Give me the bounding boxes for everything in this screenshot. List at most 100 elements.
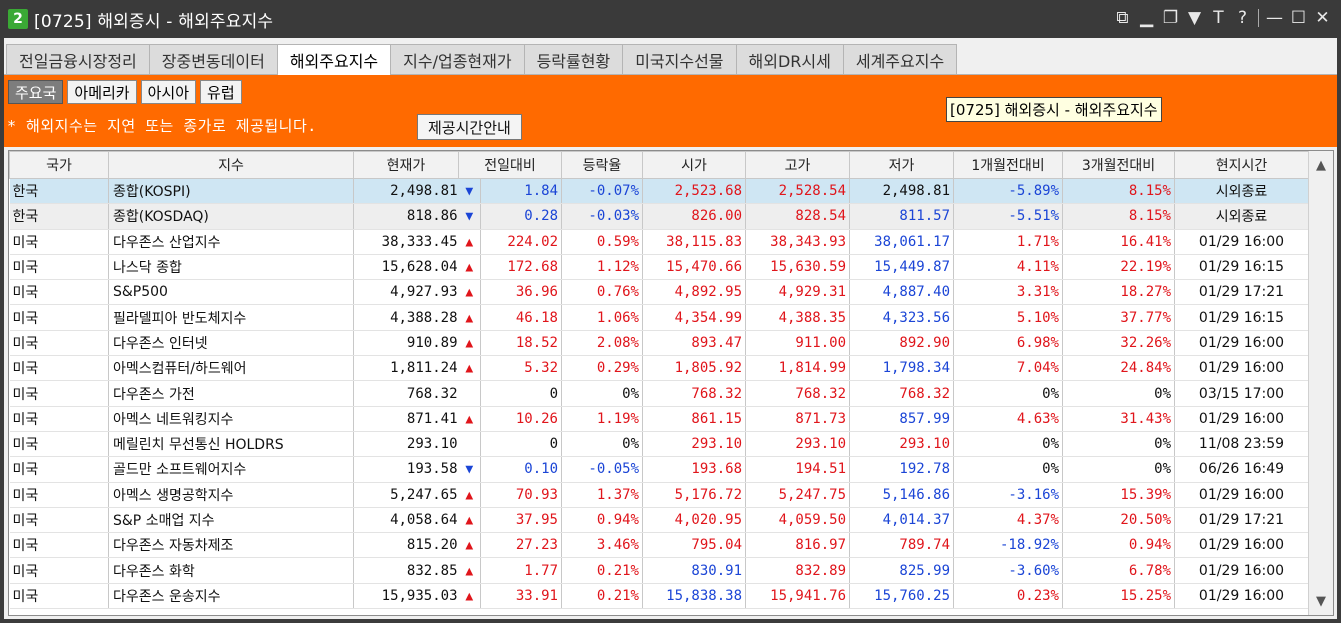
local-time-cell: 시외종료	[1174, 203, 1309, 230]
close-icon[interactable]: ✕	[1314, 8, 1331, 28]
table-row[interactable]: 미국 다우존스 산업지수 38,333.45 ▲ 224.02 0.59% 38,115.8…	[9, 229, 1309, 255]
service-time-info-button[interactable]: 제공시간안내	[417, 114, 522, 140]
tab-4[interactable]: 등락률현황	[523, 44, 624, 74]
tab-1[interactable]: 장중변동데이터	[148, 44, 278, 74]
current-price-cell: 5,247.65	[353, 482, 459, 508]
scroll-up-icon[interactable]: ▲	[1309, 153, 1333, 177]
month1-change-cell: 0%	[953, 456, 1063, 483]
minimize-icon[interactable]: —	[1266, 8, 1283, 28]
column-header[interactable]: 현지시간	[1174, 151, 1309, 179]
table-row[interactable]: 미국 아멕스 네트워킹지수 871.41 ▲ 10.26 1.19% 861.15 871.7…	[9, 406, 1309, 432]
low-price-cell: 15,449.87	[849, 254, 954, 281]
month1-change-cell: -5.89%	[953, 178, 1063, 205]
subtab-2[interactable]: 아시아	[140, 80, 197, 104]
month1-change-cell: 4.37%	[953, 507, 1063, 534]
local-time-cell: 01/29 17:21	[1174, 279, 1309, 306]
table-row[interactable]: 미국 다우존스 자동차제조 815.20 ▲ 27.23 3.46% 795.04 816.9…	[9, 532, 1309, 559]
month1-change-cell: -3.60%	[953, 557, 1063, 584]
subtab-3[interactable]: 유럽	[200, 80, 242, 104]
index-name-cell: 아멕스컴퓨터/하드웨어	[108, 355, 354, 382]
high-price-cell: 816.97	[745, 532, 850, 559]
column-header[interactable]: 3개월전대비	[1062, 151, 1175, 179]
tab-7[interactable]: 세계주요지수	[842, 44, 958, 74]
change-cell: 70.93	[480, 482, 562, 508]
table-row[interactable]: 미국 필라델피아 반도체지수 4,388.28 ▲ 46.18 1.06% 4,354.99…	[9, 304, 1309, 331]
country-cell: 미국	[9, 229, 109, 255]
high-price-cell: 5,247.75	[745, 482, 850, 508]
column-header[interactable]: 국가	[9, 151, 109, 179]
table-row[interactable]: 한국 종합(KOSDAQ) 818.86 ▼ 0.28 -0.03% 826.00 828.5…	[9, 203, 1309, 230]
tab-5[interactable]: 미국지수선물	[622, 44, 737, 74]
column-header[interactable]: 시가	[642, 151, 746, 179]
table-row[interactable]: 미국 S&P 소매업 지수 4,058.64 ▲ 37.95 0.94% 4,020.95 4…	[9, 507, 1309, 534]
high-price-cell: 4,929.31	[745, 279, 850, 306]
minimize-to-tray-icon[interactable]: ▁	[1138, 8, 1155, 28]
pin-icon[interactable]: ▼	[1186, 8, 1203, 28]
change-cell: 0.10	[480, 456, 562, 483]
change-cell: 1.84	[480, 178, 562, 205]
country-cell: 미국	[9, 254, 109, 281]
tab-6[interactable]: 해외DR시세	[735, 44, 844, 74]
change-rate-cell: 3.46%	[561, 532, 643, 559]
table-row[interactable]: 미국 골드만 소프트웨어지수 193.58 ▼ 0.10 -0.05% 193.68 194.…	[9, 456, 1309, 483]
change-cell: 10.26	[480, 406, 562, 432]
local-time-cell: 01/29 16:00	[1174, 482, 1309, 508]
change-direction-icon	[458, 431, 481, 458]
open-price-cell: 4,354.99	[642, 304, 746, 331]
restore-icon[interactable]: ❐	[1162, 8, 1179, 28]
low-price-cell: 5,146.86	[849, 482, 954, 508]
table-row[interactable]: 한국 종합(KOSPI) 2,498.81 ▼ 1.84 -0.07% 2,523.68 2,…	[9, 178, 1309, 205]
table-row[interactable]: 미국 다우존스 화학 832.85 ▲ 1.77 0.21% 830.91 832.89 825…	[9, 557, 1309, 584]
help-icon[interactable]: ?	[1234, 8, 1251, 28]
open-price-cell: 38,115.83	[642, 229, 746, 255]
month1-change-cell: -3.16%	[953, 482, 1063, 508]
local-time-cell: 01/29 16:00	[1174, 583, 1309, 610]
low-price-cell: 4,323.56	[849, 304, 954, 331]
change-cell: 1.77	[480, 557, 562, 584]
column-header[interactable]: 전일대비	[458, 151, 562, 179]
tab-0[interactable]: 전일금융시장정리	[6, 44, 150, 74]
table-row[interactable]: 미국 아멕스컴퓨터/하드웨어 1,811.24 ▲ 5.32 0.29% 1,805.92 1…	[9, 355, 1309, 382]
table-row[interactable]: 미국 아멕스 생명공학지수 5,247.65 ▲ 70.93 1.37% 5,176.72 5…	[9, 482, 1309, 508]
change-cell: 172.68	[480, 254, 562, 281]
link-icon[interactable]: ⧉	[1114, 8, 1131, 28]
maximize-icon[interactable]: ☐	[1290, 8, 1307, 28]
local-time-cell: 01/29 16:00	[1174, 532, 1309, 559]
table-row[interactable]: 미국 다우존스 운송지수 15,935.03 ▲ 33.91 0.21% 15,838.38…	[9, 583, 1309, 610]
table-row[interactable]: 미국 메릴린치 무선통신 HOLDRS 293.10 0 0% 293.10 293.10 2…	[9, 431, 1309, 458]
change-rate-cell: -0.03%	[561, 203, 643, 230]
month3-change-cell: 15.25%	[1062, 583, 1175, 610]
index-name-cell: S&P 소매업 지수	[108, 507, 354, 534]
high-price-cell: 2,528.54	[745, 178, 850, 205]
table-row[interactable]: 미국 S&P500 4,927.93 ▲ 36.96 0.76% 4,892.95 4,929…	[9, 279, 1309, 306]
table-row[interactable]: 미국 나스닥 종합 15,628.04 ▲ 172.68 1.12% 15,470.66 15…	[9, 254, 1309, 281]
subtab-1[interactable]: 아메리카	[67, 80, 137, 104]
font-icon[interactable]: T	[1210, 8, 1227, 28]
window-title: [0725] 해외증시 - 해외주요지수	[34, 11, 274, 32]
local-time-cell: 01/29 16:15	[1174, 254, 1309, 281]
column-header[interactable]: 1개월전대비	[953, 151, 1063, 179]
scroll-down-icon[interactable]: ▼	[1309, 589, 1333, 613]
month1-change-cell: 3.31%	[953, 279, 1063, 306]
column-header[interactable]: 지수	[108, 151, 354, 179]
change-rate-cell: 2.08%	[561, 330, 643, 357]
tab-2[interactable]: 해외주요지수	[276, 44, 392, 75]
open-price-cell: 15,470.66	[642, 254, 746, 281]
current-price-cell: 38,333.45	[353, 229, 459, 255]
table-row[interactable]: 미국 다우존스 인터넷 910.89 ▲ 18.52 2.08% 893.47 911.00 8…	[9, 330, 1309, 357]
column-header[interactable]: 현재가	[353, 151, 459, 179]
tab-3[interactable]: 지수/업종현재가	[390, 44, 525, 74]
table-row[interactable]: 미국 다우존스 가전 768.32 0 0% 768.32 768.32 768.32 0% 0%…	[9, 380, 1309, 407]
subtab-0[interactable]: 주요국	[8, 80, 64, 104]
vertical-scrollbar[interactable]: ▲ ▼	[1308, 151, 1333, 615]
region-subtabs: 주요국 아메리카 아시아 유럽	[8, 80, 242, 104]
month1-change-cell: 0.23%	[953, 583, 1063, 610]
column-header[interactable]: 고가	[745, 151, 850, 179]
column-header[interactable]: 저가	[849, 151, 954, 179]
local-time-cell: 01/29 16:15	[1174, 304, 1309, 331]
app-badge-icon: 2	[8, 9, 28, 29]
change-direction-icon: ▼	[458, 456, 481, 483]
month1-change-cell: 4.63%	[953, 406, 1063, 432]
column-header[interactable]: 등락율	[561, 151, 643, 179]
low-price-cell: 2,498.81	[849, 178, 954, 205]
